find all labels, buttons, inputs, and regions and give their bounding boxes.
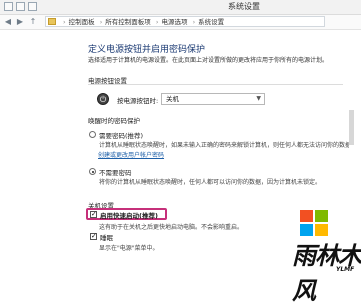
minimize-icon[interactable] — [16, 2, 25, 11]
address-bar: ◀ ▶ ↑ › 控制面板 › 所有控制面板项 › 电源选项 › 系统设置 — [0, 15, 361, 30]
windows-logo — [300, 210, 328, 236]
require-password-radio[interactable] — [89, 131, 96, 138]
scrollbar-thumb[interactable] — [349, 110, 354, 145]
logo-square-blue — [300, 224, 313, 236]
no-password-label[interactable]: 不需要密码 — [99, 167, 132, 177]
page-title: 定义电源按钮并启用密码保护 — [88, 45, 206, 55]
power-button-label: 按电源按钮时: — [117, 97, 159, 105]
breadcrumb-system-settings[interactable]: 系统设置 — [198, 18, 224, 26]
fast-startup-checkbox[interactable]: ✓ — [90, 211, 97, 218]
wake-password-section-title: 唤醒时的密码保护 — [88, 117, 140, 125]
chevron-down-icon: ▼ — [256, 95, 261, 102]
fast-startup-label[interactable]: 启用快速启动(推荐) — [100, 210, 158, 220]
logo-square-green — [315, 210, 328, 222]
no-password-desc: 将你的计算机从睡眠状态唤醒时，任何人都可以访问你的数据，因为计算机未锁定。 — [99, 179, 322, 186]
window-icon — [4, 2, 13, 11]
page-description: 选择适用于计算机的电源设置。在此页面上对设置所做的更改将应用于你所有的电源计划。 — [88, 57, 329, 64]
sleep-label[interactable]: 睡眠 — [100, 232, 113, 242]
forward-icon[interactable]: ▶ — [15, 17, 25, 27]
back-icon[interactable]: ◀ — [3, 17, 13, 27]
watermark-subtitle: YLMF — [336, 266, 355, 273]
divider — [88, 84, 343, 85]
window-title: 系统设置 — [228, 2, 260, 11]
up-icon[interactable]: ↑ — [28, 17, 38, 27]
logo-square-red — [300, 210, 313, 222]
folder-icon — [48, 18, 56, 25]
create-password-link[interactable]: 创建或更改用户帐户密码 — [98, 150, 164, 159]
no-password-radio[interactable] — [89, 168, 96, 175]
require-password-desc: 计算机从睡眠状态唤醒时，如果未输入正确的密码来解锁计算机，则任何人都无法访问你的… — [99, 142, 349, 149]
sleep-desc: 显示在"电源"菜单中。 — [99, 245, 159, 252]
breadcrumb-all-items[interactable]: 所有控制面板项 — [105, 18, 151, 26]
power-button-selected: 关机 — [166, 95, 179, 103]
maximize-icon[interactable] — [28, 2, 37, 11]
sleep-checkbox[interactable]: ✓ — [90, 233, 97, 240]
power-button-select[interactable]: 关机 ▼ — [161, 93, 265, 105]
fast-startup-desc: 这有助于在关机之后更快地启动电脑。不会影响重启。 — [99, 224, 244, 231]
breadcrumb[interactable]: › 控制面板 › 所有控制面板项 › 电源选项 › 系统设置 — [45, 16, 325, 27]
logo-square-yellow — [315, 224, 328, 236]
breadcrumb-control-panel[interactable]: 控制面板 — [69, 18, 95, 26]
breadcrumb-power-options[interactable]: 电源选项 — [161, 18, 187, 26]
require-password-label[interactable]: 需要密码(推荐) — [99, 130, 143, 140]
title-bar: 系统设置 — [0, 0, 361, 15]
power-icon: ⏻ — [97, 93, 109, 105]
